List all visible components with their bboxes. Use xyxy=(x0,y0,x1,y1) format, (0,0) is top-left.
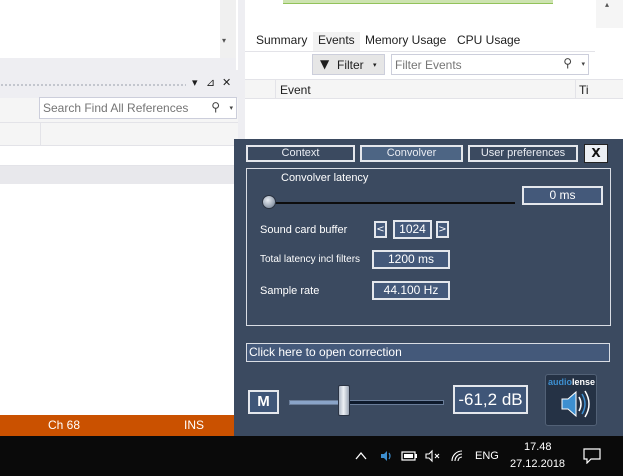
events-timeline-graph xyxy=(283,0,553,4)
audiolense-tray-icon[interactable] xyxy=(379,449,393,463)
mute-button[interactable]: M xyxy=(248,390,279,414)
panel-divider xyxy=(0,58,236,70)
tab-memory-usage[interactable]: Memory Usage xyxy=(360,32,451,52)
clock-time[interactable]: 17.48 xyxy=(524,441,552,453)
convolver-latency-value: 0 ms xyxy=(522,186,603,205)
references-list[interactable] xyxy=(0,184,238,415)
volume-slider-fill xyxy=(290,401,344,404)
code-editor-area[interactable] xyxy=(0,0,236,58)
references-row[interactable] xyxy=(0,146,238,166)
tab-user-preferences[interactable]: User preferences xyxy=(468,145,578,162)
column-separator[interactable] xyxy=(575,80,576,100)
tab-events[interactable]: Events xyxy=(313,32,360,52)
convolver-latency-slider[interactable] xyxy=(262,195,276,209)
column-separator[interactable] xyxy=(275,80,276,100)
convolver-latency-track[interactable] xyxy=(269,202,515,204)
close-panel-icon[interactable]: ✕ xyxy=(222,76,231,89)
sound-card-buffer-value: 1024 xyxy=(393,220,432,239)
references-column-header[interactable] xyxy=(0,122,238,147)
chevron-down-icon: ▾ xyxy=(373,61,377,69)
filter-events-search-box[interactable]: ⚲ ▾ xyxy=(391,54,589,75)
search-icon[interactable]: ⚲ xyxy=(563,56,572,70)
status-bar: Ch 68 INS xyxy=(0,415,234,436)
wifi-icon[interactable] xyxy=(450,449,466,463)
scroll-up-arrow-icon[interactable]: ▴ xyxy=(605,0,609,9)
volume-slider-thumb[interactable] xyxy=(337,385,350,416)
buffer-decrement-button[interactable]: < xyxy=(374,221,387,238)
search-icon[interactable]: ⚲ xyxy=(211,100,220,114)
column-header-event[interactable]: Event xyxy=(280,83,311,97)
tab-summary[interactable]: Summary xyxy=(251,32,312,52)
tab-context[interactable]: Context xyxy=(246,145,355,162)
buffer-increment-button[interactable]: > xyxy=(436,221,449,238)
clock-date[interactable]: 27.12.2018 xyxy=(510,458,565,470)
pin-icon[interactable]: ⊿ xyxy=(206,76,215,89)
windows-taskbar: ENG 17.48 27.12.2018 xyxy=(0,436,623,476)
volume-muted-icon[interactable] xyxy=(425,449,441,463)
funnel-icon: ▼ xyxy=(320,57,330,71)
grip-dots[interactable] xyxy=(0,83,186,87)
audiolense-logo: audiolense xyxy=(545,374,597,426)
references-group-row[interactable] xyxy=(0,166,238,184)
find-all-references-titlebar: ▾ ⊿ ✕ xyxy=(0,70,238,98)
tab-convolver[interactable]: Convolver xyxy=(360,145,463,162)
battery-icon[interactable] xyxy=(401,450,419,462)
filter-button-label: Filter xyxy=(337,58,364,72)
status-line-column: Ch 68 xyxy=(48,418,81,432)
column-header-time[interactable]: Ti xyxy=(579,83,589,97)
scroll-down-arrow-icon[interactable]: ▾ xyxy=(222,36,226,45)
total-latency-value: 1200 ms xyxy=(372,250,450,269)
audiolense-panel: Context Convolver User preferences X Con… xyxy=(234,139,623,436)
filter-button[interactable]: ▼ Filter ▾ xyxy=(312,54,385,75)
input-language[interactable]: ENG xyxy=(475,450,499,462)
find-all-references-search-input[interactable] xyxy=(43,101,203,115)
status-insert-mode: INS xyxy=(184,418,205,432)
sample-rate-label: Sample rate xyxy=(260,285,320,297)
volume-level-display: -61,2 dB xyxy=(453,385,528,414)
tab-cpu-usage[interactable]: CPU Usage xyxy=(452,32,525,52)
diagnostics-scrollbar[interactable]: ▴ xyxy=(596,0,623,28)
sample-rate-value: 44.100 Hz xyxy=(372,281,450,300)
total-latency-label: Total latency incl filters xyxy=(260,254,361,265)
search-dropdown-icon[interactable]: ▾ xyxy=(581,60,585,68)
convolver-settings-group: Convolver latency 0 ms Sound card buffer… xyxy=(246,168,611,326)
sound-card-buffer-label: Sound card buffer xyxy=(260,224,348,236)
search-dropdown-icon[interactable]: ▾ xyxy=(229,104,233,112)
events-column-header: Event Ti xyxy=(245,79,623,100)
convolver-latency-label: Convolver latency xyxy=(281,172,369,184)
window-position-dropdown-icon[interactable]: ▾ xyxy=(192,76,198,89)
diagnostics-graph-area xyxy=(245,0,623,28)
open-correction-link[interactable]: Click here to open correction xyxy=(246,343,610,362)
diagnostics-tab-strip: Summary Events Memory Usage CPU Usage xyxy=(245,28,623,52)
action-center-icon[interactable] xyxy=(583,448,601,464)
close-button[interactable]: X xyxy=(584,144,608,163)
chevron-up-icon[interactable] xyxy=(355,451,367,461)
editor-scrollbar[interactable] xyxy=(220,0,236,58)
find-all-references-search-box[interactable]: ⚲ ▾ xyxy=(39,97,237,119)
filter-events-input[interactable] xyxy=(395,58,555,72)
speaker-waves-icon xyxy=(561,390,590,418)
events-list[interactable] xyxy=(245,99,623,139)
column-separator[interactable] xyxy=(40,123,41,147)
